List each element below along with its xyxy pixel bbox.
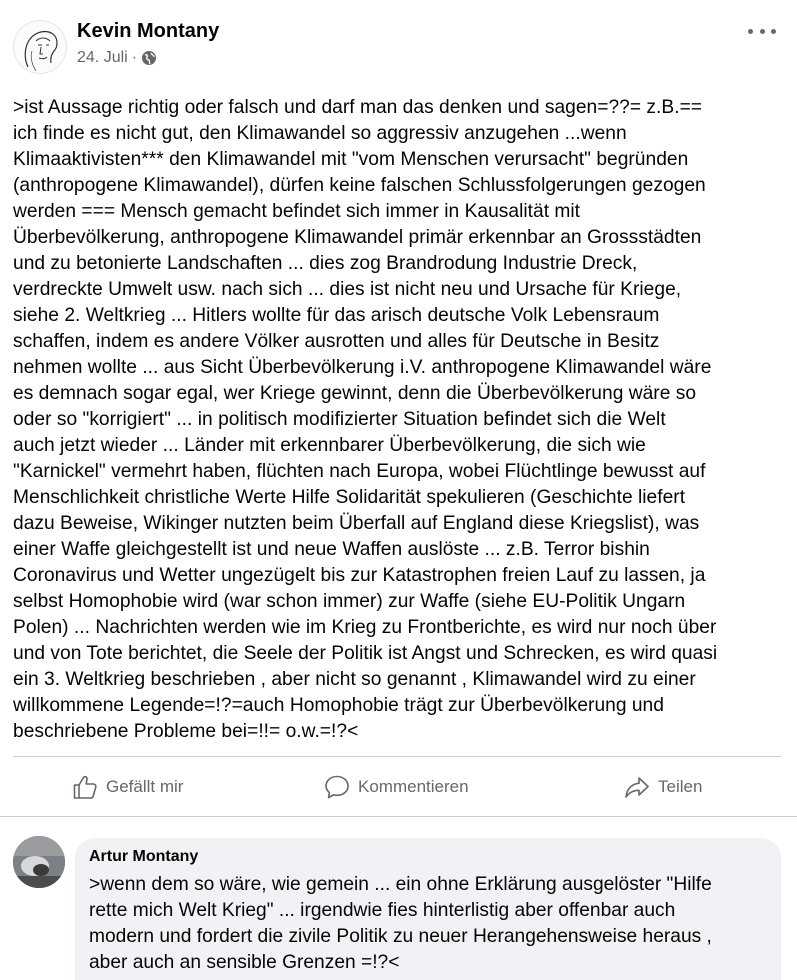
globe-icon[interactable] [141, 50, 157, 66]
like-button[interactable]: Gefällt mir [72, 770, 183, 804]
share-button[interactable]: Teilen [624, 770, 702, 804]
post-text-line: Klimaaktivisten*** den Klimawandel mit "… [13, 149, 689, 170]
comment-bubble: Artur Montany >wenn dem so wäre, wie gem… [75, 838, 781, 980]
post-text-line: (anthropogene Klimawandel), dürfen keine… [13, 175, 706, 196]
thumbs-up-icon [72, 774, 98, 800]
post-body: >ist Aussage richtig oder falsch und dar… [13, 95, 788, 745]
comment-author-name[interactable]: Artur Montany [89, 848, 198, 866]
comment-icon [324, 774, 350, 800]
post-text-line: beschriebene Probleme bei=!!= o.w.=!?< [13, 721, 359, 742]
share-icon [624, 774, 650, 800]
post-text-line: ich finde es nicht gut, den Klimawandel … [13, 123, 627, 144]
comment-label: Kommentieren [358, 777, 469, 796]
commenter-avatar[interactable] [13, 836, 65, 888]
comment-text-line: >wenn dem so wäre, wie gemein ... ein oh… [89, 874, 712, 895]
more-options-icon[interactable] [748, 20, 776, 42]
comment-button[interactable]: Kommentieren [324, 770, 469, 804]
post-text-line: oder so "korrigiert" ... in politisch mo… [13, 409, 666, 430]
meta-separator: · [131, 49, 138, 66]
comment-text-line: aber auch an sensible Grenzen =!?< [89, 952, 400, 973]
post-text-line: Polen) ... Nachrichten werden wie im Kri… [13, 617, 717, 638]
post-text-line: dazu Beweise, Wikinger nutzten beim Über… [13, 513, 700, 534]
post-header: Kevin Montany 24. Juli · [0, 0, 797, 85]
post-text-line: nehmen wollte ... aus Sicht Überbevölker… [13, 357, 712, 378]
post-text-line: auch jetzt wieder ... Länder mit erkennb… [13, 435, 646, 456]
divider [13, 756, 781, 757]
share-label: Teilen [658, 777, 703, 796]
post-action-bar: Gefällt mir Kommentieren Teilen [0, 762, 797, 812]
post-author-name[interactable]: Kevin Montany [77, 20, 219, 43]
comment-text-line: modern und fordert die zivile Politik zu… [89, 926, 712, 947]
post-text-line: werden === Mensch gemacht befindet sich … [13, 201, 581, 222]
like-label: Gefällt mir [106, 777, 184, 796]
post-text-line: siehe 2. Weltkrieg ... Hitlers wollte fü… [13, 305, 660, 326]
post-text-line: verdreckte Umwelt usw. nach sich ... die… [13, 279, 682, 300]
post-text-line: es demnach sogar egal, wer Kriege gewinn… [13, 383, 697, 404]
post-text-line: ein 3. Weltkrieg beschrieben , aber nich… [13, 669, 696, 690]
post-date[interactable]: 24. Juli [77, 49, 128, 67]
post-text-line: willkommene Legende=!?=auch Homophobie t… [13, 695, 664, 716]
comment-body: >wenn dem so wäre, wie gemein ... ein oh… [89, 872, 777, 976]
comment-text-line: rette mich Welt Krieg" ... irgendwie fie… [89, 900, 676, 921]
post-text-line: und von Tote berichtet, die Seele der Po… [13, 643, 718, 664]
post-text-line: Coronavirus und Wetter ungezügelt bis zu… [13, 565, 706, 586]
post-text-line: selbst Homophobie wird (war schon immer)… [13, 591, 686, 612]
post-text-line: "Karnickel" vermehrt haben, flüchten nac… [13, 461, 706, 482]
post-text-line: und zu betonierte Landschaften ... dies … [13, 253, 638, 274]
post-text-line: einer Waffe gleichgestellt ist und neue … [13, 539, 650, 560]
post-text-line: schaffen, indem es andere Völker ausrott… [13, 331, 660, 352]
post-meta: 24. Juli · [77, 49, 157, 67]
divider [0, 816, 797, 817]
post-text-line: Überbevölkerung, anthropogene Klimawande… [13, 227, 702, 248]
post-text-line: >ist Aussage richtig oder falsch und dar… [13, 97, 703, 118]
author-avatar[interactable] [13, 20, 67, 74]
post-text-line: Menschlichkeit christliche Werte Hilfe S… [13, 487, 686, 508]
